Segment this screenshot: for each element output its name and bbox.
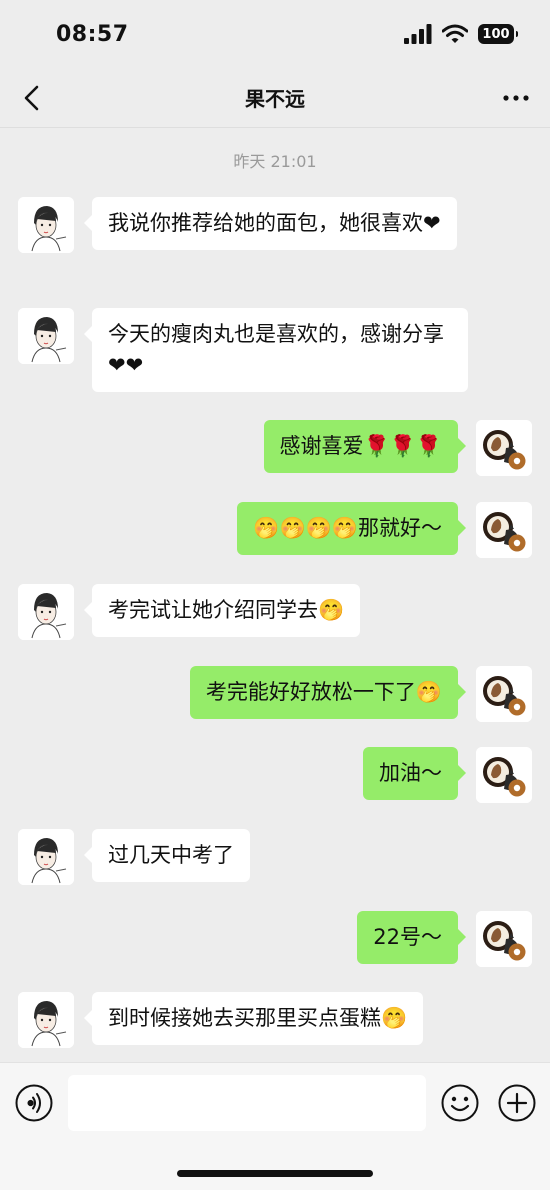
self-avatar[interactable] [476,420,532,476]
message-bubble[interactable]: 我说你推荐给她的面包，她很喜欢❤ [84,197,457,250]
message-bubble[interactable]: 考完试让她介绍同学去🤭 [83,584,361,637]
chat-header: 果不远 [0,68,550,128]
self-avatar[interactable] [476,747,532,803]
message-timestamp: 昨天 21:01 [233,152,317,171]
message-bubble[interactable]: 22号～ [357,911,466,964]
battery-level: 100 [482,26,510,42]
battery-indicator: 100 [478,24,518,44]
more-dots-icon[interactable] [502,86,530,110]
contact-avatar[interactable] [18,992,74,1048]
status-icons: 100 [404,24,518,44]
self-avatar[interactable] [476,666,532,722]
contact-avatar[interactable] [18,584,74,640]
message-bubble[interactable]: 加油～ [363,747,466,800]
self-avatar[interactable] [476,911,532,967]
chevron-left-icon[interactable] [18,82,48,114]
self-avatar[interactable] [476,502,532,558]
message-bubble[interactable]: 今天的瘦肉丸也是喜欢的，感谢分享❤❤ [84,308,468,392]
home-indicator [177,1170,373,1177]
signal-icon [404,24,432,44]
wifi-icon [442,24,468,43]
message-bubble[interactable]: 到时候接她去买那里买点蛋糕🤭 [83,992,424,1045]
plus-icon[interactable] [497,1083,537,1123]
contact-avatar[interactable] [18,829,74,885]
status-bar: 08:57 100 [0,0,550,68]
contact-avatar[interactable] [18,197,74,253]
message-bubble[interactable]: 感谢喜爱🌹🌹🌹 [263,420,467,473]
message-input[interactable] [68,1075,426,1131]
message-bubble[interactable]: 过几天中考了 [84,829,250,882]
contact-avatar[interactable] [18,308,74,364]
message-bubble[interactable]: 考完能好好放松一下了🤭 [189,666,467,719]
emoji-icon[interactable] [440,1083,480,1123]
message-bubble[interactable]: 🤭🤭🤭🤭那就好～ [237,502,466,555]
chat-title: 果不远 [245,87,305,111]
status-time: 08:57 [56,21,129,47]
message-list[interactable]: 昨天 21:01 我说你推荐给她的面包，她很喜欢❤ 今天的瘦肉丸也是喜欢的，感谢分… [0,140,550,1062]
voice-icon[interactable] [14,1083,54,1123]
